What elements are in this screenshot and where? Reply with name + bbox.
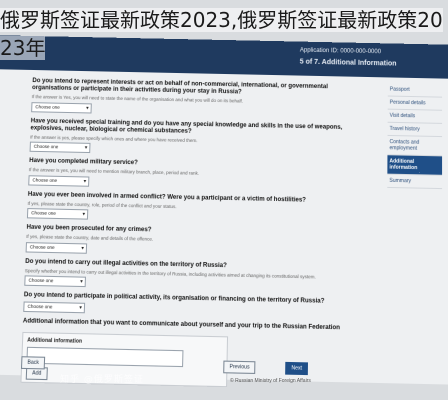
answer-select[interactable]: Choose one ▾: [31, 101, 92, 113]
sidebar-item-passport[interactable]: Passport: [387, 83, 443, 98]
question-block: Have you received special training and d…: [29, 118, 343, 161]
watermark: 知乎 @俄罗斯签证: [60, 375, 144, 385]
answer-select[interactable]: Choose one ▾: [23, 301, 86, 314]
sidebar-item-personal[interactable]: Personal details: [387, 96, 443, 111]
question-block: Do you intend to participate in politica…: [23, 292, 341, 321]
question-text: Additional information that you want to …: [22, 318, 341, 332]
question-block: Have you completed military service? If …: [28, 158, 343, 194]
form-main: Do you intend to represent interests or …: [20, 74, 343, 390]
previous-button[interactable]: Previous: [223, 360, 256, 374]
sidebar-item-summary[interactable]: Summary: [387, 174, 443, 190]
sidebar-item-travel[interactable]: Travel history: [387, 122, 443, 138]
chevron-down-icon: ▾: [79, 304, 82, 312]
answer-select[interactable]: Choose one ▾: [26, 208, 89, 220]
answer-select[interactable]: Choose one ▾: [24, 275, 87, 288]
sidebar-item-additional[interactable]: Additional information: [387, 155, 443, 176]
chevron-down-icon: ▾: [83, 177, 87, 185]
visa-form-page: Application ID: 0000-000-0000 5 of 7. Ad…: [0, 35, 448, 388]
chevron-down-icon: ▾: [82, 211, 86, 218]
additional-info-label: Additional information: [27, 337, 83, 345]
sidebar-item-contacts[interactable]: Contacts and employment: [387, 135, 443, 157]
question-block: Do you intend to carry out illegal activ…: [24, 258, 342, 294]
answer-select[interactable]: Choose one ▾: [28, 174, 90, 187]
footer-copyright: © Russian Ministry of Foreign Affairs: [230, 378, 311, 384]
answer-select[interactable]: Choose one ▾: [29, 141, 91, 154]
question-block: Have you ever been involved in armed con…: [26, 191, 343, 227]
question-block: Have you been prosecuted for any crimes?…: [25, 225, 343, 261]
chevron-down-icon: ▾: [84, 144, 88, 151]
chevron-down-icon: ▾: [81, 244, 85, 252]
chevron-down-icon: ▾: [80, 278, 83, 285]
form-sections-nav: Passport Personal details Visit details …: [387, 83, 443, 190]
question-block: Do you intend to represent interests or …: [31, 78, 344, 120]
sidebar-item-visit[interactable]: Visit details: [387, 109, 443, 124]
next-button[interactable]: Next: [285, 361, 309, 376]
chevron-down-icon: ▾: [86, 104, 89, 111]
article-headline: 俄罗斯签证最新政策2023,俄罗斯签证最新政策2023年: [0, 8, 443, 60]
answer-select[interactable]: Choose one ▾: [25, 241, 88, 254]
additional-info-input[interactable]: [26, 346, 184, 368]
back-button[interactable]: Back: [20, 356, 46, 370]
